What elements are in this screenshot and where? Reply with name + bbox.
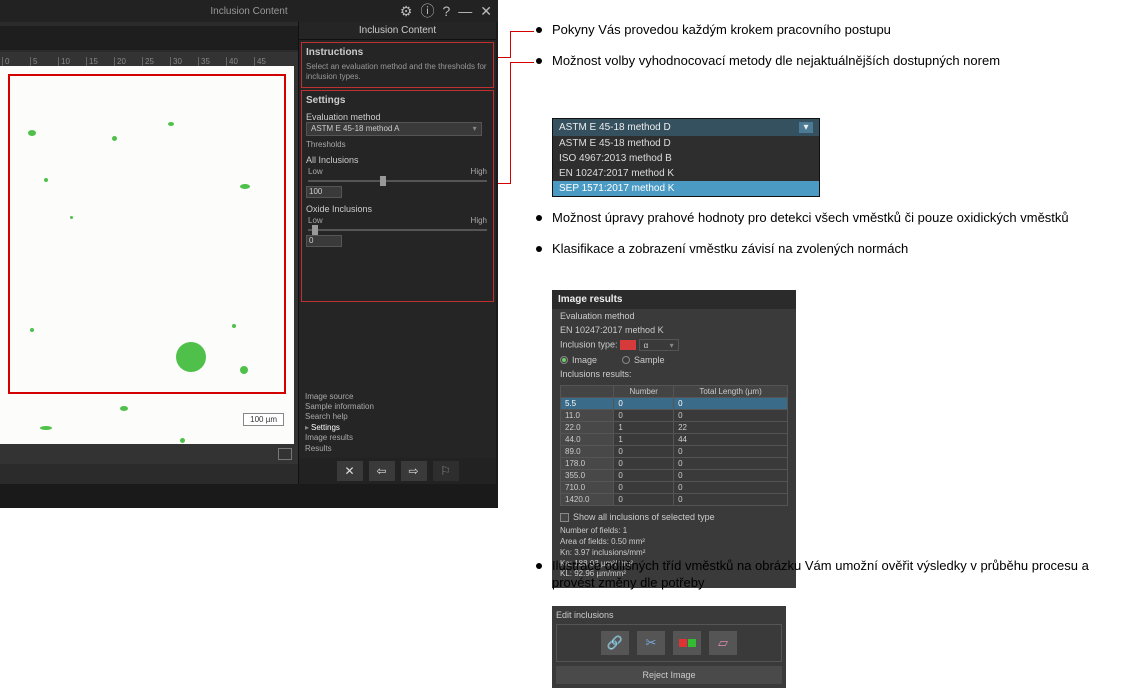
col-number: Number	[614, 386, 674, 398]
tree-item[interactable]: Search help	[305, 412, 374, 422]
oxide-inclusions-label: Oxide Inclusions	[306, 204, 489, 214]
oxide-inclusions-value[interactable]: 0	[306, 235, 342, 247]
results-eval-value: EN 10247:2017 method K	[560, 325, 664, 335]
edit-tools: 🔗 ✂ ▱	[556, 624, 782, 662]
radio-image[interactable]	[560, 356, 568, 364]
info-icon[interactable]: ⓘ	[420, 1, 434, 21]
feature-callouts: Pokyny Vás provedou každým krokem pracov…	[536, 22, 1126, 84]
edit-title: Edit inclusions	[556, 610, 782, 620]
eval-method-combo[interactable]: ASTM E 45-18 method A ▾	[306, 122, 482, 136]
eval-method-value: ASTM E 45-18 method A	[311, 124, 400, 133]
instructions-section: Instructions Select an evaluation method…	[301, 42, 494, 88]
inclusions-results-label: Inclusions results:	[560, 369, 632, 379]
minimize-icon[interactable]: —	[458, 3, 472, 19]
settings-icon[interactable]: ⚙	[400, 3, 413, 20]
tree-item[interactable]: Sample information	[305, 402, 374, 412]
document-icon[interactable]	[278, 448, 292, 460]
micrograph-canvas[interactable]: 100 µm	[0, 66, 294, 458]
slider-high-label: High	[471, 167, 487, 176]
instructions-text: Select an evaluation method and the thre…	[306, 62, 489, 83]
inclusion-content-app: Inclusion Content ⚙ ⓘ ? — ✕ 0 5 10 15 20…	[0, 0, 498, 508]
results-table: NumberTotal Length (µm) 5.500 11.000 22.…	[560, 385, 788, 506]
bullet-text: Možnost volby vyhodnocovací metody dle n…	[552, 53, 1000, 70]
panel-subtitle: Inclusion Content	[299, 22, 496, 40]
stat-line: Kn: 3.97 inclusions/mm²	[560, 548, 788, 559]
table-row: 44.0144	[561, 434, 788, 446]
dropdown-item[interactable]: ASTM E 45-18 method D	[553, 136, 819, 151]
finish-button[interactable]: ⚐	[433, 461, 459, 481]
table-row: 710.000	[561, 482, 788, 494]
window-title: Inclusion Content	[210, 6, 287, 17]
bullet-text: Ilustrace odlišných tříd vměstků na obrá…	[552, 558, 1126, 592]
table-row: 22.0122	[561, 422, 788, 434]
scale-bar: 100 µm	[243, 413, 284, 426]
thresholds-label: Thresholds	[306, 140, 489, 149]
tree-item[interactable]: Image source	[305, 392, 374, 402]
ruler-horizontal: 0 5 10 15 20 25 30 35 40 45	[0, 52, 298, 66]
chevron-down-icon: ▾	[473, 124, 477, 133]
eval-method-label: Evaluation method	[306, 112, 489, 122]
table-row: 1420.000	[561, 494, 788, 506]
canvas-footer	[0, 444, 298, 464]
image-viewer: 0 5 10 15 20 25 30 35 40 45	[0, 22, 298, 484]
chevron-down-icon: ▾	[799, 122, 813, 133]
back-button[interactable]: ⇦	[369, 461, 395, 481]
cancel-button[interactable]: ✕	[337, 461, 363, 481]
dropdown-item[interactable]: EN 10247:2017 method K	[553, 166, 819, 181]
workflow-tree: Image source Sample information Search h…	[305, 392, 374, 454]
results-title: Image results	[552, 290, 796, 309]
instructions-header: Instructions	[306, 47, 489, 58]
all-inclusions-value[interactable]: 100	[306, 186, 342, 198]
dropdown-selected: ASTM E 45-18 method D	[559, 122, 671, 133]
titlebar: Inclusion Content ⚙ ⓘ ? — ✕	[0, 0, 498, 22]
settings-section: Settings Evaluation method ASTM E 45-18 …	[301, 90, 494, 302]
all-inclusions-label: All Inclusions	[306, 155, 489, 165]
next-button[interactable]: ⇨	[401, 461, 427, 481]
table-row: 11.000	[561, 410, 788, 422]
table-row: 89.000	[561, 446, 788, 458]
table-row: 178.000	[561, 458, 788, 470]
reclassify-tool-icon[interactable]	[673, 631, 701, 655]
workflow-side-panel: Inclusion Content Instructions Select an…	[298, 22, 496, 484]
erase-tool-icon[interactable]: ▱	[709, 631, 737, 655]
inclusion-type-combo[interactable]: α▾	[639, 339, 679, 351]
bullet-text: Možnost úpravy prahové hodnoty pro detek…	[552, 210, 1069, 227]
tree-item[interactable]: Results	[305, 444, 374, 454]
roi-rectangle[interactable]	[8, 74, 286, 394]
tree-item[interactable]: ▸Settings	[305, 423, 374, 433]
eval-method-dropdown-open[interactable]: ASTM E 45-18 method D ▾ ASTM E 45-18 meth…	[552, 118, 820, 197]
bullet-text: Klasifikace a zobrazení vměstku závisí n…	[552, 241, 908, 258]
cut-tool-icon[interactable]: ✂	[637, 631, 665, 655]
reject-image-button[interactable]: Reject Image	[556, 666, 782, 684]
radio-sample[interactable]	[622, 356, 630, 364]
bullet-text: Pokyny Vás provedou každým krokem pracov…	[552, 22, 891, 39]
inclusion-type-swatch	[620, 340, 636, 350]
oxide-inclusions-slider[interactable]	[308, 229, 487, 231]
chevron-down-icon: ▾	[670, 341, 674, 350]
table-row: 355.000	[561, 470, 788, 482]
stat-line: Area of fields: 0.50 mm²	[560, 537, 788, 548]
tree-item[interactable]: Image results	[305, 433, 374, 443]
slider-low-label: Low	[308, 167, 323, 176]
help-icon[interactable]: ?	[442, 3, 450, 19]
inclusion-type-label: Inclusion type:	[560, 339, 618, 349]
all-inclusions-slider[interactable]	[308, 180, 487, 182]
slider-high-label: High	[471, 216, 487, 225]
settings-header: Settings	[306, 95, 489, 106]
results-eval-label: Evaluation method	[560, 311, 635, 321]
close-icon[interactable]: ✕	[480, 3, 492, 20]
dropdown-item[interactable]: SEP 1571:2017 method K	[553, 181, 819, 196]
image-results-panel: Image results Evaluation method EN 10247…	[552, 290, 796, 588]
dropdown-item[interactable]: ISO 4967:2013 method B	[553, 151, 819, 166]
table-row: 5.500	[561, 398, 788, 410]
slider-low-label: Low	[308, 216, 323, 225]
col-total: Total Length (µm)	[674, 386, 788, 398]
wizard-nav-bar: ✕ ⇦ ⇨ ⚐	[299, 458, 496, 484]
show-all-checkbox[interactable]	[560, 513, 569, 522]
stat-line: Number of fields: 1	[560, 526, 788, 537]
link-tool-icon[interactable]: 🔗	[601, 631, 629, 655]
edit-inclusions-panel: Edit inclusions 🔗 ✂ ▱ Reject Image	[552, 606, 786, 688]
show-all-label: Show all inclusions of selected type	[573, 512, 715, 522]
